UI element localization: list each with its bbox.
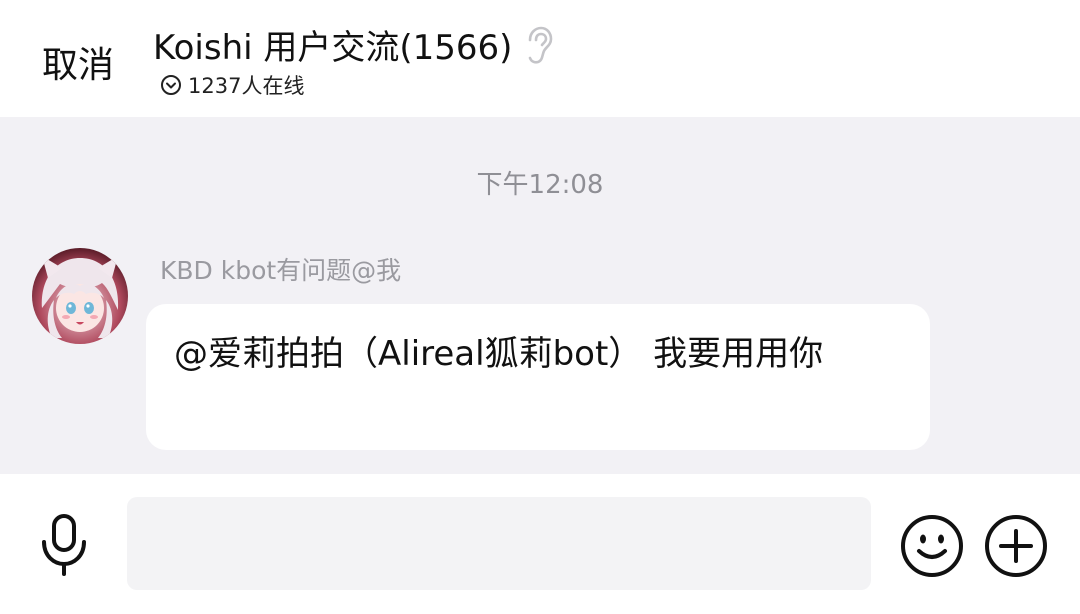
group-title: Koishi 用户交流(1566): [153, 28, 513, 68]
chat-header: 取消 Koishi 用户交流(1566) 1237人在线: [0, 0, 1080, 117]
sender-name[interactable]: KBD kbot有问题@我: [160, 251, 401, 287]
message-timestamp: 下午12:08: [476, 170, 604, 200]
message-bubble[interactable]: @爱莉拍拍（Alireal狐莉bot） 我要用用你: [146, 304, 930, 450]
chevron-down-circle-icon: [160, 74, 182, 96]
group-title-row[interactable]: Koishi 用户交流(1566): [153, 20, 556, 69]
input-bar: [0, 474, 1080, 614]
message-list[interactable]: 下午12:08 KBD kbot有问题@我 @爱莉拍拍（Alireal狐莉bot…: [0, 117, 1080, 474]
ear-icon[interactable]: [522, 25, 556, 65]
smiley-icon[interactable]: [899, 513, 965, 579]
message-text: @爱莉拍拍（Alireal狐莉bot） 我要用用你: [174, 334, 824, 374]
online-count: 1237人在线: [188, 74, 305, 98]
online-status[interactable]: 1237人在线: [160, 70, 304, 100]
cancel-button[interactable]: 取消: [42, 36, 114, 88]
message-input[interactable]: [127, 497, 871, 590]
plus-circle-icon[interactable]: [983, 513, 1049, 579]
user-avatar[interactable]: [32, 248, 128, 344]
microphone-icon[interactable]: [36, 510, 96, 576]
